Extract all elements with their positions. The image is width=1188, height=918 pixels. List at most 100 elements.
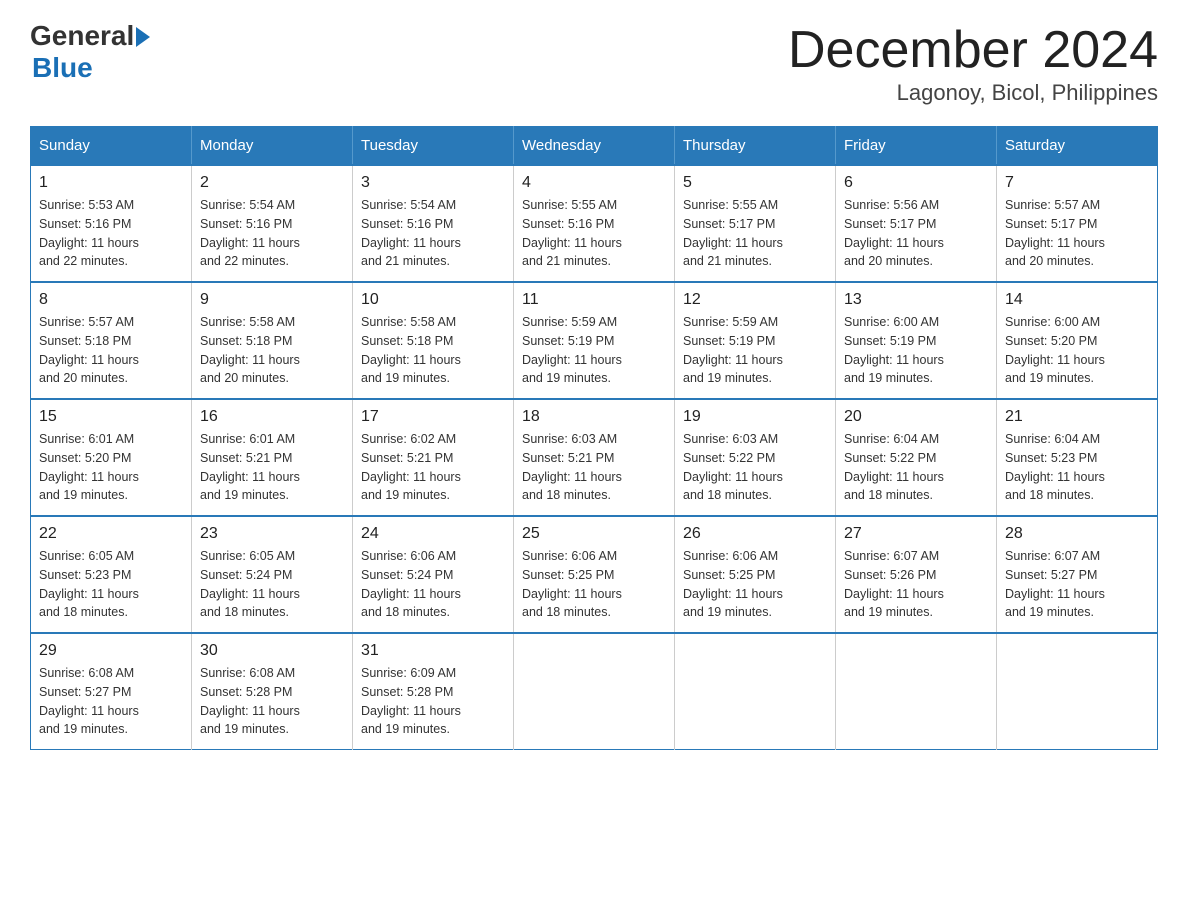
table-row: 1 Sunrise: 5:53 AM Sunset: 5:16 PM Dayli… bbox=[31, 165, 192, 282]
table-row: 5 Sunrise: 5:55 AM Sunset: 5:17 PM Dayli… bbox=[675, 165, 836, 282]
header-wednesday: Wednesday bbox=[514, 127, 675, 166]
day-info: Sunrise: 5:57 AM Sunset: 5:17 PM Dayligh… bbox=[1005, 196, 1149, 271]
table-row: 2 Sunrise: 5:54 AM Sunset: 5:16 PM Dayli… bbox=[192, 165, 353, 282]
table-row: 28 Sunrise: 6:07 AM Sunset: 5:27 PM Dayl… bbox=[997, 516, 1158, 633]
day-number: 11 bbox=[522, 291, 666, 309]
logo-blue-text: Blue bbox=[32, 52, 150, 84]
table-row bbox=[997, 633, 1158, 750]
table-row bbox=[836, 633, 997, 750]
day-info: Sunrise: 6:01 AM Sunset: 5:21 PM Dayligh… bbox=[200, 430, 344, 505]
day-number: 5 bbox=[683, 174, 827, 192]
table-row: 18 Sunrise: 6:03 AM Sunset: 5:21 PM Dayl… bbox=[514, 399, 675, 516]
day-number: 15 bbox=[39, 408, 183, 426]
table-row: 31 Sunrise: 6:09 AM Sunset: 5:28 PM Dayl… bbox=[353, 633, 514, 750]
day-info: Sunrise: 6:09 AM Sunset: 5:28 PM Dayligh… bbox=[361, 664, 505, 739]
calendar-header-row: Sunday Monday Tuesday Wednesday Thursday… bbox=[31, 127, 1158, 166]
day-info: Sunrise: 6:04 AM Sunset: 5:22 PM Dayligh… bbox=[844, 430, 988, 505]
day-number: 8 bbox=[39, 291, 183, 309]
day-info: Sunrise: 5:58 AM Sunset: 5:18 PM Dayligh… bbox=[200, 313, 344, 388]
day-number: 29 bbox=[39, 642, 183, 660]
day-info: Sunrise: 5:59 AM Sunset: 5:19 PM Dayligh… bbox=[683, 313, 827, 388]
day-info: Sunrise: 6:06 AM Sunset: 5:25 PM Dayligh… bbox=[522, 547, 666, 622]
day-number: 1 bbox=[39, 174, 183, 192]
calendar-table: Sunday Monday Tuesday Wednesday Thursday… bbox=[30, 126, 1158, 750]
table-row: 24 Sunrise: 6:06 AM Sunset: 5:24 PM Dayl… bbox=[353, 516, 514, 633]
table-row: 12 Sunrise: 5:59 AM Sunset: 5:19 PM Dayl… bbox=[675, 282, 836, 399]
day-info: Sunrise: 6:01 AM Sunset: 5:20 PM Dayligh… bbox=[39, 430, 183, 505]
day-info: Sunrise: 6:02 AM Sunset: 5:21 PM Dayligh… bbox=[361, 430, 505, 505]
day-number: 24 bbox=[361, 525, 505, 543]
day-info: Sunrise: 5:59 AM Sunset: 5:19 PM Dayligh… bbox=[522, 313, 666, 388]
table-row: 25 Sunrise: 6:06 AM Sunset: 5:25 PM Dayl… bbox=[514, 516, 675, 633]
day-number: 18 bbox=[522, 408, 666, 426]
table-row: 9 Sunrise: 5:58 AM Sunset: 5:18 PM Dayli… bbox=[192, 282, 353, 399]
day-number: 12 bbox=[683, 291, 827, 309]
day-info: Sunrise: 5:55 AM Sunset: 5:16 PM Dayligh… bbox=[522, 196, 666, 271]
day-info: Sunrise: 6:05 AM Sunset: 5:23 PM Dayligh… bbox=[39, 547, 183, 622]
day-number: 22 bbox=[39, 525, 183, 543]
day-number: 21 bbox=[1005, 408, 1149, 426]
day-number: 4 bbox=[522, 174, 666, 192]
day-number: 31 bbox=[361, 642, 505, 660]
day-number: 17 bbox=[361, 408, 505, 426]
day-number: 9 bbox=[200, 291, 344, 309]
table-row: 10 Sunrise: 5:58 AM Sunset: 5:18 PM Dayl… bbox=[353, 282, 514, 399]
day-info: Sunrise: 6:05 AM Sunset: 5:24 PM Dayligh… bbox=[200, 547, 344, 622]
day-info: Sunrise: 5:54 AM Sunset: 5:16 PM Dayligh… bbox=[361, 196, 505, 271]
day-number: 28 bbox=[1005, 525, 1149, 543]
logo: General Blue bbox=[30, 20, 150, 84]
table-row: 22 Sunrise: 6:05 AM Sunset: 5:23 PM Dayl… bbox=[31, 516, 192, 633]
calendar-week-row: 1 Sunrise: 5:53 AM Sunset: 5:16 PM Dayli… bbox=[31, 165, 1158, 282]
table-row: 11 Sunrise: 5:59 AM Sunset: 5:19 PM Dayl… bbox=[514, 282, 675, 399]
day-number: 27 bbox=[844, 525, 988, 543]
table-row: 8 Sunrise: 5:57 AM Sunset: 5:18 PM Dayli… bbox=[31, 282, 192, 399]
table-row: 3 Sunrise: 5:54 AM Sunset: 5:16 PM Dayli… bbox=[353, 165, 514, 282]
day-info: Sunrise: 5:57 AM Sunset: 5:18 PM Dayligh… bbox=[39, 313, 183, 388]
header-saturday: Saturday bbox=[997, 127, 1158, 166]
day-info: Sunrise: 6:03 AM Sunset: 5:21 PM Dayligh… bbox=[522, 430, 666, 505]
table-row: 19 Sunrise: 6:03 AM Sunset: 5:22 PM Dayl… bbox=[675, 399, 836, 516]
day-number: 19 bbox=[683, 408, 827, 426]
day-info: Sunrise: 6:06 AM Sunset: 5:25 PM Dayligh… bbox=[683, 547, 827, 622]
calendar-week-row: 29 Sunrise: 6:08 AM Sunset: 5:27 PM Dayl… bbox=[31, 633, 1158, 750]
title-section: December 2024 Lagonoy, Bicol, Philippine… bbox=[788, 20, 1158, 106]
calendar-title: December 2024 bbox=[788, 20, 1158, 80]
calendar-week-row: 8 Sunrise: 5:57 AM Sunset: 5:18 PM Dayli… bbox=[31, 282, 1158, 399]
table-row: 14 Sunrise: 6:00 AM Sunset: 5:20 PM Dayl… bbox=[997, 282, 1158, 399]
header-thursday: Thursday bbox=[675, 127, 836, 166]
day-number: 7 bbox=[1005, 174, 1149, 192]
day-number: 14 bbox=[1005, 291, 1149, 309]
day-number: 2 bbox=[200, 174, 344, 192]
day-number: 10 bbox=[361, 291, 505, 309]
header-friday: Friday bbox=[836, 127, 997, 166]
day-info: Sunrise: 5:56 AM Sunset: 5:17 PM Dayligh… bbox=[844, 196, 988, 271]
table-row: 29 Sunrise: 6:08 AM Sunset: 5:27 PM Dayl… bbox=[31, 633, 192, 750]
calendar-week-row: 15 Sunrise: 6:01 AM Sunset: 5:20 PM Dayl… bbox=[31, 399, 1158, 516]
day-info: Sunrise: 5:53 AM Sunset: 5:16 PM Dayligh… bbox=[39, 196, 183, 271]
day-number: 20 bbox=[844, 408, 988, 426]
day-info: Sunrise: 5:58 AM Sunset: 5:18 PM Dayligh… bbox=[361, 313, 505, 388]
day-info: Sunrise: 6:08 AM Sunset: 5:28 PM Dayligh… bbox=[200, 664, 344, 739]
table-row bbox=[514, 633, 675, 750]
day-info: Sunrise: 6:00 AM Sunset: 5:19 PM Dayligh… bbox=[844, 313, 988, 388]
logo-arrow-icon bbox=[136, 27, 150, 47]
calendar-subtitle: Lagonoy, Bicol, Philippines bbox=[788, 80, 1158, 106]
day-number: 26 bbox=[683, 525, 827, 543]
table-row: 26 Sunrise: 6:06 AM Sunset: 5:25 PM Dayl… bbox=[675, 516, 836, 633]
day-number: 25 bbox=[522, 525, 666, 543]
table-row: 13 Sunrise: 6:00 AM Sunset: 5:19 PM Dayl… bbox=[836, 282, 997, 399]
table-row: 17 Sunrise: 6:02 AM Sunset: 5:21 PM Dayl… bbox=[353, 399, 514, 516]
table-row: 7 Sunrise: 5:57 AM Sunset: 5:17 PM Dayli… bbox=[997, 165, 1158, 282]
table-row: 23 Sunrise: 6:05 AM Sunset: 5:24 PM Dayl… bbox=[192, 516, 353, 633]
table-row: 6 Sunrise: 5:56 AM Sunset: 5:17 PM Dayli… bbox=[836, 165, 997, 282]
day-number: 13 bbox=[844, 291, 988, 309]
day-number: 23 bbox=[200, 525, 344, 543]
table-row: 21 Sunrise: 6:04 AM Sunset: 5:23 PM Dayl… bbox=[997, 399, 1158, 516]
day-info: Sunrise: 6:07 AM Sunset: 5:26 PM Dayligh… bbox=[844, 547, 988, 622]
table-row: 20 Sunrise: 6:04 AM Sunset: 5:22 PM Dayl… bbox=[836, 399, 997, 516]
day-number: 3 bbox=[361, 174, 505, 192]
table-row: 4 Sunrise: 5:55 AM Sunset: 5:16 PM Dayli… bbox=[514, 165, 675, 282]
logo-general-text: General bbox=[30, 20, 134, 52]
table-row: 16 Sunrise: 6:01 AM Sunset: 5:21 PM Dayl… bbox=[192, 399, 353, 516]
header-tuesday: Tuesday bbox=[353, 127, 514, 166]
